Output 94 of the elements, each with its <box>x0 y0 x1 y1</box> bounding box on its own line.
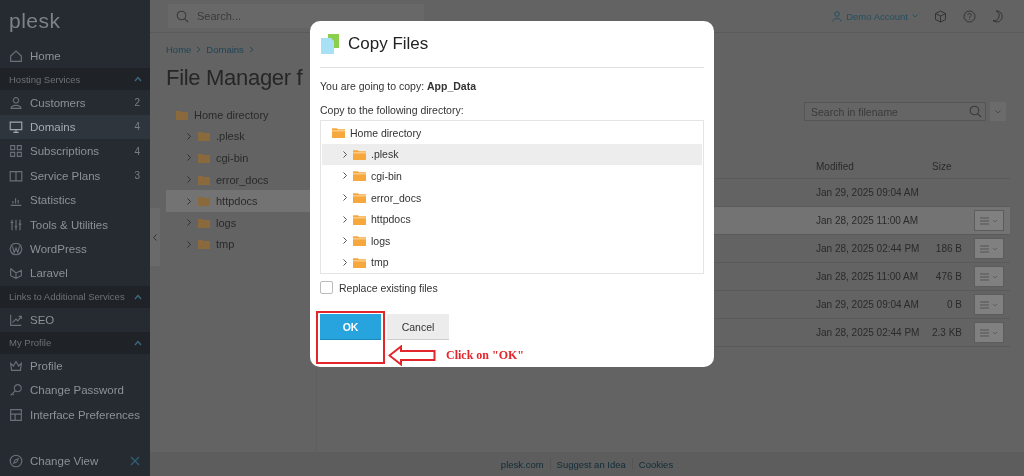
sidebar-section-header[interactable]: My Profile <box>0 331 150 354</box>
row-menu-button[interactable] <box>974 266 1004 287</box>
cancel-button[interactable]: Cancel <box>387 314 449 340</box>
checkbox-label: Replace existing files <box>339 281 438 294</box>
folder-icon <box>198 153 210 163</box>
folder-icon <box>332 127 345 139</box>
home-icon <box>8 48 24 65</box>
tree-item[interactable]: error_docs <box>322 186 702 209</box>
sidebar-item[interactable]: Subscriptions 4 <box>0 139 150 164</box>
row-menu-button[interactable] <box>974 294 1004 315</box>
dialog-message: You are going to copy: App_Data <box>320 79 478 93</box>
sidebar-item[interactable]: Customers 2 <box>0 90 150 115</box>
row-menu-button[interactable] <box>974 322 1004 343</box>
menu-icon <box>980 244 998 253</box>
folder-icon <box>198 217 210 228</box>
sidebar-item[interactable]: Tools & Utilities <box>0 212 150 237</box>
search-icon <box>176 10 189 23</box>
folder-icon <box>353 170 366 182</box>
sidebar-item[interactable]: Change Password <box>0 378 150 403</box>
copy-files-icon <box>320 33 342 55</box>
folder-icon <box>198 196 210 207</box>
moon-icon[interactable] <box>992 9 1004 23</box>
folder-icon <box>353 192 366 204</box>
grid-icon <box>8 143 24 160</box>
sidebar-item[interactable]: Statistics <box>0 187 150 213</box>
table-cell: 476 B <box>935 271 962 282</box>
menu-icon <box>980 300 998 309</box>
folder-icon <box>198 131 210 142</box>
tree-item[interactable]: .plesk <box>166 125 316 148</box>
chevron-icon[interactable] <box>342 172 348 180</box>
chevron-icon[interactable] <box>342 258 348 266</box>
annotation-text: Click on "OK" <box>446 348 524 363</box>
tree-item[interactable]: logs <box>322 229 702 252</box>
column-header[interactable]: Modified <box>816 160 924 172</box>
chevron-icon[interactable] <box>342 194 348 202</box>
tree-item[interactable]: Home directory <box>166 104 316 126</box>
folder-icon <box>353 256 366 268</box>
sidebar-item[interactable]: Change View <box>0 448 150 474</box>
folder-icon <box>353 235 366 247</box>
sidebar-section-header[interactable]: Hosting Services <box>0 68 150 91</box>
sidebar-item[interactable]: Domains 4 <box>0 114 150 140</box>
chevron-icon[interactable] <box>342 237 348 245</box>
cube-icon[interactable] <box>934 9 947 23</box>
chevron-icon <box>248 45 254 53</box>
tree-item[interactable]: tmp <box>322 251 702 274</box>
ok-button[interactable]: OK <box>320 314 381 340</box>
plesk-logo[interactable]: plesk <box>0 0 150 44</box>
tree-item[interactable]: tmp <box>166 233 316 256</box>
row-menu-button[interactable] <box>974 210 1004 231</box>
sidebar-item[interactable]: SEO <box>0 307 150 332</box>
page-title: File Manager f <box>166 64 303 92</box>
tree-item[interactable]: cgi-bin <box>322 165 702 187</box>
person-icon <box>832 10 843 22</box>
tree-item[interactable]: httpdocs <box>322 208 702 230</box>
sidebar-item[interactable]: Service Plans 3 <box>0 163 150 188</box>
menu-icon <box>980 328 998 337</box>
chevron-icon[interactable] <box>342 215 348 223</box>
close-icon[interactable] <box>130 456 140 466</box>
caret-icon <box>912 14 918 18</box>
highlight-box <box>316 311 385 364</box>
sidebar-item[interactable]: Home <box>0 44 150 69</box>
folder-icon <box>353 148 366 160</box>
menu-icon <box>980 216 998 225</box>
monitor-icon <box>8 118 24 135</box>
chevron-icon[interactable] <box>342 150 348 158</box>
sidebar-item[interactable]: WordPress <box>0 236 150 262</box>
folder-icon <box>198 239 210 250</box>
table-cell: 186 B <box>935 243 962 254</box>
tree-item[interactable]: .plesk <box>322 143 702 166</box>
person-icon <box>8 94 24 111</box>
dialog-title: Copy Files <box>348 34 429 54</box>
table-cell: 2.3 KB <box>931 327 962 338</box>
folder-icon <box>176 109 188 120</box>
search-icon <box>969 105 982 118</box>
sidebar-section-header[interactable]: Links to Additional Services <box>0 285 150 308</box>
sidebar-item[interactable]: Interface Preferences <box>0 402 150 428</box>
sidebar-item[interactable]: Laravel <box>0 261 150 286</box>
tree-item[interactable]: Home directory <box>322 122 702 144</box>
layout-icon <box>8 406 24 423</box>
help-icon[interactable] <box>963 9 976 23</box>
collapse-handle[interactable] <box>150 208 160 266</box>
folder-icon <box>353 213 366 225</box>
tree-item[interactable]: cgi-bin <box>166 147 316 169</box>
row-menu-button[interactable] <box>974 238 1004 259</box>
sidebar-item[interactable]: Profile <box>0 353 150 379</box>
chevron-icon <box>153 233 157 241</box>
chevron-icon <box>196 45 202 53</box>
checkbox[interactable] <box>320 281 333 294</box>
caret-icon <box>995 109 1001 114</box>
compass-icon <box>8 453 24 469</box>
menu-icon <box>980 272 998 281</box>
table-cell-text: Jan 28, 2025 11:00 AM <box>816 215 920 226</box>
folder-icon <box>198 174 210 185</box>
field-label: Copy to the following directory: <box>320 103 465 117</box>
